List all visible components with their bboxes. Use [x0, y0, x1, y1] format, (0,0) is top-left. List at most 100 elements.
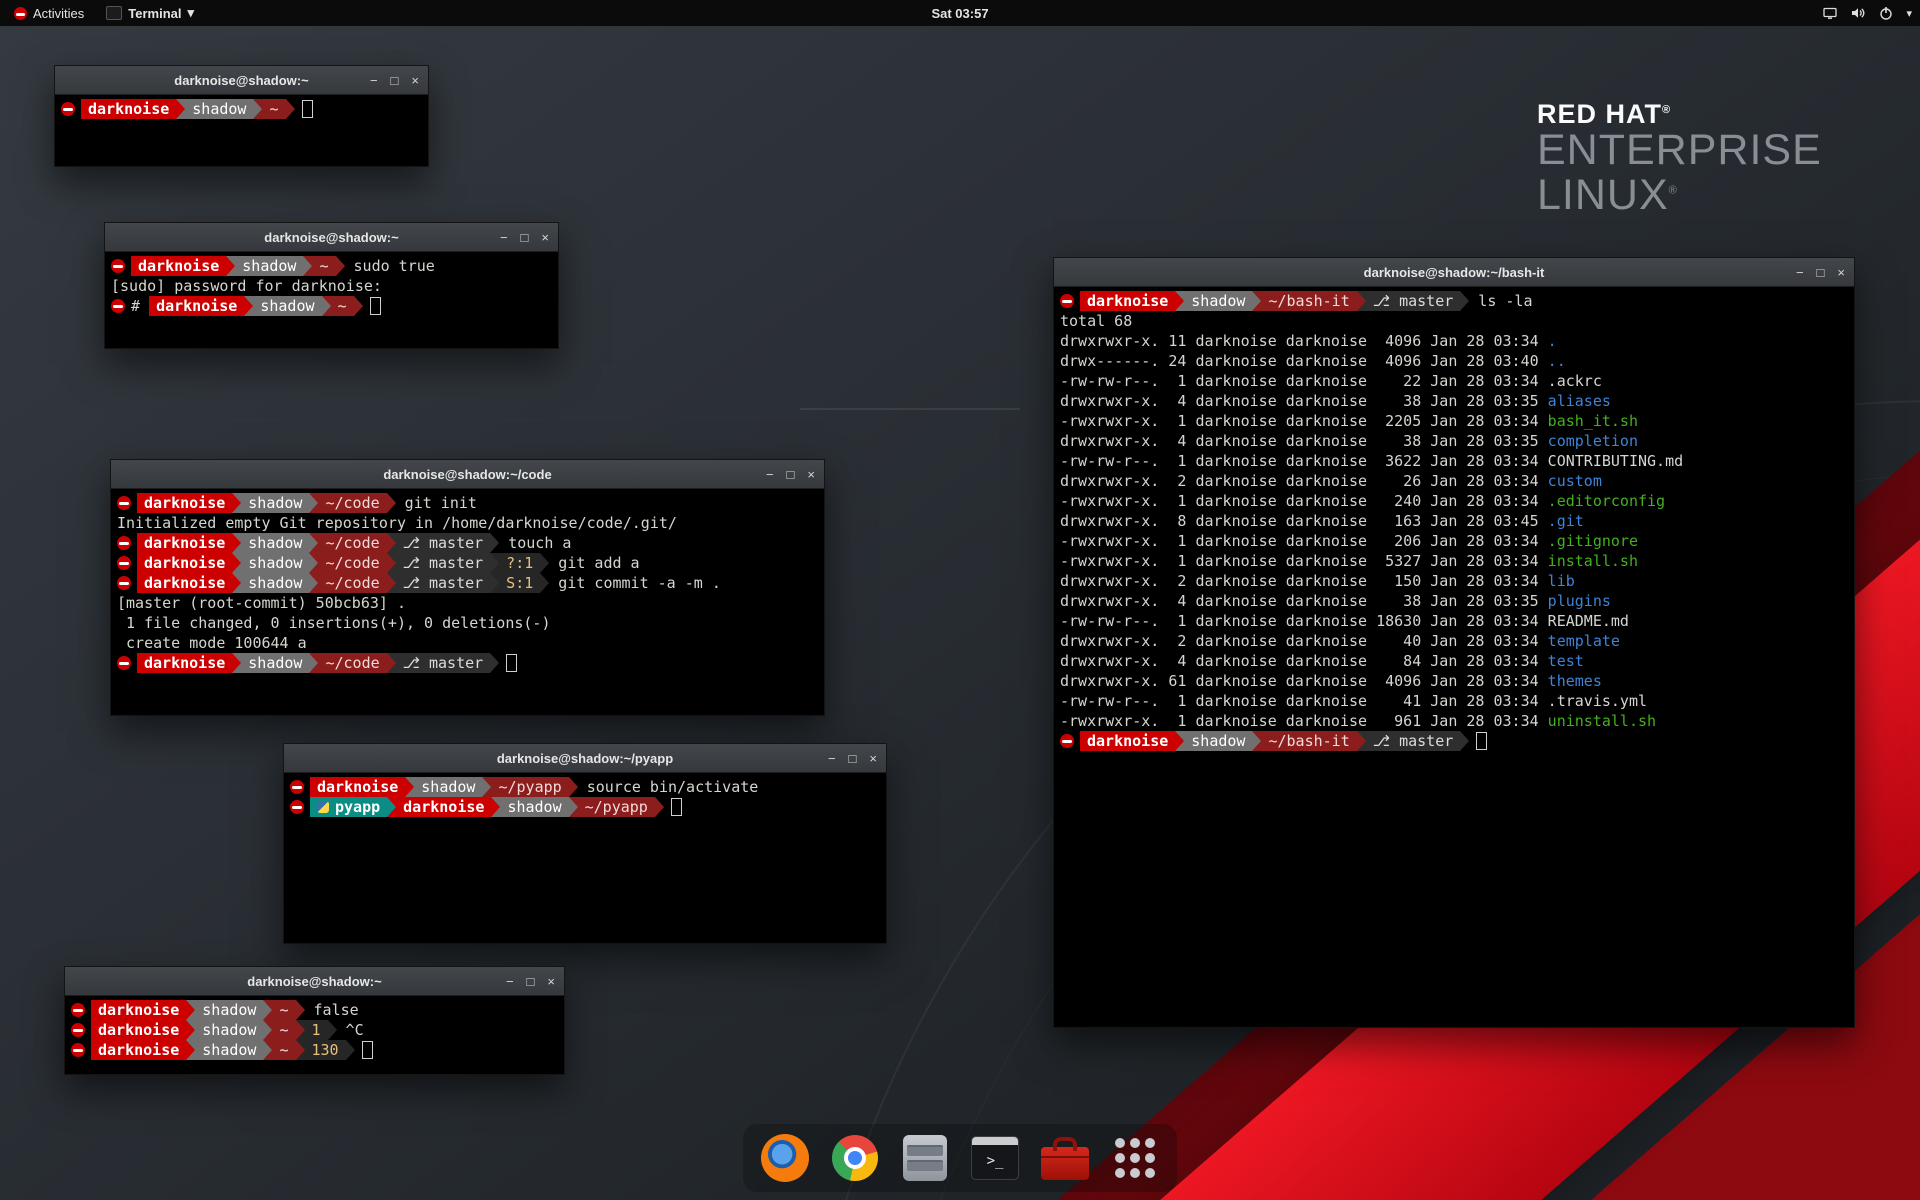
powerline-arrow-icon [322, 296, 331, 316]
close-button[interactable]: × [869, 752, 877, 765]
powerline-arrow-icon [176, 99, 185, 119]
prompt-segment-user: darknoise [81, 99, 176, 119]
close-button[interactable]: × [411, 74, 419, 87]
window-titlebar[interactable]: darknoise@shadow:~/pyapp − □ × [284, 744, 886, 773]
window-titlebar[interactable]: darknoise@shadow:~/bash-it − □ × [1054, 258, 1854, 287]
terminal-line: [sudo] password for darknoise: [111, 276, 552, 296]
terminal-line: darknoiseshadow~/code⎇ masterS:1 git com… [117, 573, 818, 593]
dock-firefox-icon[interactable] [759, 1132, 811, 1184]
redhat-prompt-icon [111, 259, 125, 273]
window-titlebar[interactable]: darknoise@shadow:~ − □ × [65, 967, 564, 996]
redhat-prompt-icon [111, 299, 125, 313]
dock-terminal-icon[interactable]: >_ [969, 1132, 1021, 1184]
terminal-line: -rw-rw-r--. 1 darknoise darknoise 3622 J… [1060, 451, 1848, 471]
dock-chrome-icon[interactable] [829, 1132, 881, 1184]
terminal-text: # [131, 296, 149, 316]
terminal-glyph: >_ [987, 1153, 1004, 1169]
powerline-arrow-icon [1460, 731, 1469, 751]
powerline-arrow-icon [186, 1040, 195, 1060]
redhat-prompt-icon [117, 656, 131, 670]
activities-label: Activities [33, 6, 84, 21]
terminal-cursor [1476, 732, 1487, 750]
redhat-prompt-icon [1060, 734, 1074, 748]
close-button[interactable]: × [1837, 266, 1845, 279]
minimize-button[interactable]: − [1796, 266, 1804, 279]
prompt-segment-path: ~/code [318, 573, 386, 593]
activities-button[interactable]: Activities [10, 0, 88, 26]
dock-app-grid-icon[interactable] [1109, 1132, 1161, 1184]
powerline-arrow-icon [490, 553, 499, 573]
terminal-content[interactable]: darknoiseshadow~/pyapp source bin/activa… [284, 773, 886, 821]
window-titlebar[interactable]: darknoise@shadow:~ − □ × [105, 223, 558, 252]
powerline-arrow-icon [336, 256, 345, 276]
maximize-button[interactable]: □ [527, 975, 535, 988]
window-titlebar[interactable]: darknoise@shadow:~/code − □ × [111, 460, 824, 489]
dock-toolbox-icon[interactable] [1039, 1132, 1091, 1184]
prompt-segment-err: 130 [305, 1040, 346, 1060]
powerline-arrow-icon [286, 99, 295, 119]
powerline-arrow-icon [309, 533, 318, 553]
prompt-segment-path: ~/code [318, 653, 386, 673]
terminal-line: drwxrwxr-x. 4 darknoise darknoise 38 Jan… [1060, 391, 1848, 411]
prompt-segment-user: darknoise [1080, 291, 1175, 311]
app-menu-terminal[interactable]: Terminal ▾ [106, 5, 194, 21]
prompt-segment-host: shadow [500, 797, 568, 817]
minimize-button[interactable]: − [500, 231, 508, 244]
file-name: plugins [1548, 591, 1611, 611]
terminal-content[interactable]: darknoiseshadow~ falsedarknoiseshadow~1 … [65, 996, 564, 1064]
minimize-button[interactable]: − [370, 74, 378, 87]
terminal-text: drwxrwxr-x. 4 darknoise darknoise 84 Jan… [1060, 651, 1548, 671]
terminal-text: [sudo] password for darknoise: [111, 276, 382, 296]
prompt-segment-path: ~/pyapp [491, 777, 568, 797]
minimize-button[interactable]: − [506, 975, 514, 988]
close-button[interactable]: × [541, 231, 549, 244]
powerline-arrow-icon [387, 493, 396, 513]
system-tray[interactable]: ▾ [1822, 5, 1912, 21]
prompt-segment-path: ~ [272, 1040, 295, 1060]
redhat-prompt-icon [117, 536, 131, 550]
prompt-segment-path: ~ [262, 99, 285, 119]
close-button[interactable]: × [807, 468, 815, 481]
maximize-button[interactable]: □ [787, 468, 795, 481]
prompt-segment-user: darknoise [91, 1040, 186, 1060]
terminal-text: total 68 [1060, 311, 1132, 331]
maximize-button[interactable]: □ [1817, 266, 1825, 279]
minimize-button[interactable]: − [828, 752, 836, 765]
terminal-text: drwxrwxr-x. 2 darknoise darknoise 40 Jan… [1060, 631, 1548, 651]
terminal-text: create mode 100644 a [117, 633, 307, 653]
maximize-button[interactable]: □ [391, 74, 399, 87]
terminal-content[interactable]: darknoiseshadow~/code git initInitialize… [111, 489, 824, 677]
prompt-segment-git: ⎇ master [396, 533, 491, 553]
dock-files-icon[interactable] [899, 1132, 951, 1184]
terminal-content[interactable]: darknoiseshadow~ [55, 95, 428, 123]
maximize-button[interactable]: □ [521, 231, 529, 244]
terminal-line: drwxrwxr-x. 2 darknoise darknoise 150 Ja… [1060, 571, 1848, 591]
terminal-content[interactable]: darknoiseshadow~/bash-it⎇ master ls -lat… [1054, 287, 1854, 755]
clock[interactable]: Sat 03:57 [931, 6, 988, 21]
window-title: darknoise@shadow:~ [65, 974, 564, 989]
prompt-segment-git: ⎇ master [396, 653, 491, 673]
powerline-arrow-icon [232, 493, 241, 513]
prompt-segment-host: shadow [241, 653, 309, 673]
redhat-prompt-icon [117, 576, 131, 590]
terminal-line: darknoiseshadow~ sudo true [111, 256, 552, 276]
file-name: template [1548, 631, 1620, 651]
file-name: .git [1548, 511, 1584, 531]
prompt-segment-git: ⎇ master [396, 573, 491, 593]
prompt-segment-host: shadow [195, 1000, 263, 1020]
window-titlebar[interactable]: darknoise@shadow:~ − □ × [55, 66, 428, 95]
prompt-segment-host: shadow [241, 493, 309, 513]
powerline-arrow-icon [387, 573, 396, 593]
terminal-text: drwxrwxr-x. 4 darknoise darknoise 38 Jan… [1060, 591, 1548, 611]
terminal-content[interactable]: darknoiseshadow~ sudo true[sudo] passwor… [105, 252, 558, 320]
terminal-text: -rwxrwxr-x. 1 darknoise darknoise 240 Ja… [1060, 491, 1548, 511]
redhat-prompt-icon [290, 800, 304, 814]
terminal-text: source bin/activate [578, 777, 759, 797]
terminal-window: darknoise@shadow:~ − □ × darknoiseshadow… [104, 222, 559, 349]
maximize-button[interactable]: □ [849, 752, 857, 765]
terminal-line: darknoiseshadow~/bash-it⎇ master ls -la [1060, 291, 1848, 311]
powerline-arrow-icon [387, 653, 396, 673]
minimize-button[interactable]: − [766, 468, 774, 481]
close-button[interactable]: × [547, 975, 555, 988]
prompt-segment-user: darknoise [1080, 731, 1175, 751]
